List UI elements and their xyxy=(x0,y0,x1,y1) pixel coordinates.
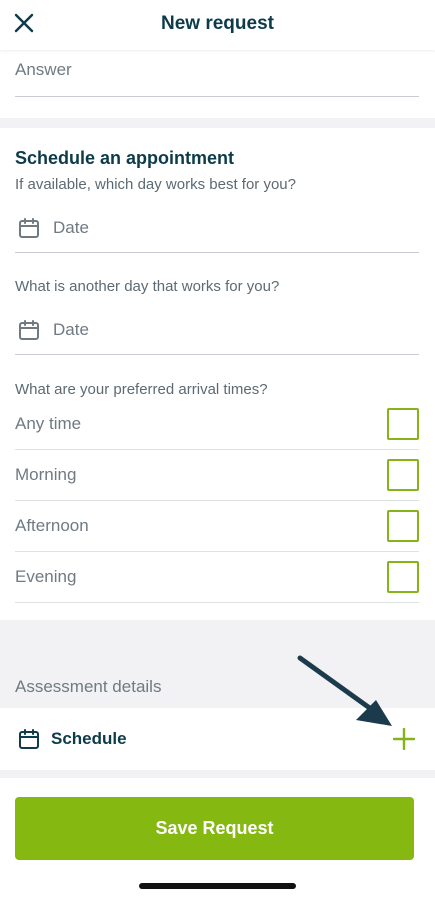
home-indicator[interactable] xyxy=(139,883,296,889)
option-any-time[interactable]: Any time xyxy=(15,399,419,450)
schedule-label: Schedule xyxy=(51,729,127,748)
option-label: Evening xyxy=(15,567,77,586)
first-day-question: If available, which day works best for y… xyxy=(15,176,296,193)
page-title: New request xyxy=(161,13,274,34)
calendar-icon xyxy=(17,215,43,241)
option-morning[interactable]: Morning xyxy=(15,450,419,501)
first-date-placeholder: Date xyxy=(53,217,89,237)
option-label: Any time xyxy=(15,414,82,433)
top-bar: New request xyxy=(0,0,435,50)
calendar-icon xyxy=(17,317,43,343)
evening-checkbox[interactable] xyxy=(387,561,419,593)
morning-checkbox[interactable] xyxy=(387,459,419,491)
assessment-schedule-row[interactable]: Schedule xyxy=(0,708,435,770)
add-schedule-button[interactable] xyxy=(389,724,419,754)
option-label: Afternoon xyxy=(15,516,89,535)
save-request-button[interactable]: Save Request xyxy=(15,797,414,860)
arrival-times-question: What are your preferred arrival times? xyxy=(15,381,268,398)
second-day-question: What is another day that works for you? xyxy=(15,278,280,295)
option-afternoon[interactable]: Afternoon xyxy=(15,501,419,552)
option-label: Morning xyxy=(15,465,77,484)
option-evening[interactable]: Evening xyxy=(15,552,419,603)
calendar-icon xyxy=(17,727,41,751)
answer-field[interactable]: Answer xyxy=(15,57,419,97)
plus-icon xyxy=(393,728,415,750)
second-date-placeholder: Date xyxy=(53,319,89,339)
schedule-section-title: Schedule an appointment xyxy=(15,148,235,168)
any-time-checkbox[interactable] xyxy=(387,408,419,440)
second-date-field[interactable]: Date xyxy=(15,305,419,355)
first-date-field[interactable]: Date xyxy=(15,203,419,253)
afternoon-checkbox[interactable] xyxy=(387,510,419,542)
assessment-details-heading: Assessment details xyxy=(15,677,162,696)
